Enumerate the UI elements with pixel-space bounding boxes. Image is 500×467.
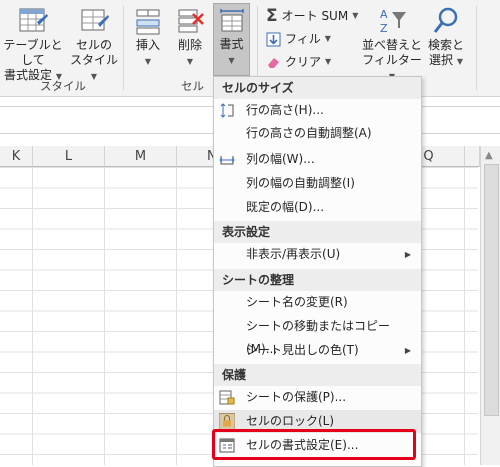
insert-label: 挿入 bbox=[135, 38, 160, 52]
cell-styles-label-1: セルの bbox=[75, 38, 112, 52]
fill-button[interactable]: フィル ▼ bbox=[266, 31, 331, 47]
delete-label: 削除 bbox=[177, 38, 202, 52]
protect-sheet-label: シートの保護(P)... bbox=[246, 390, 347, 404]
section-header-organize-sheets: シートの整理 bbox=[214, 269, 421, 291]
sort-filter-label-1: 並べ替えと bbox=[362, 38, 423, 52]
chevron-down-icon: ▼ bbox=[324, 34, 331, 43]
clear-button[interactable]: クリア ▼ bbox=[266, 54, 331, 70]
clear-label: クリア bbox=[285, 55, 322, 69]
vertical-scrollbar[interactable]: ▲ bbox=[480, 146, 500, 465]
format-as-table-button[interactable]: テーブルとして 書式設定 ▼ bbox=[0, 6, 66, 84]
styles-group-label: スタイル bbox=[40, 79, 86, 93]
fill-down-icon bbox=[266, 32, 281, 46]
rename-sheet-item[interactable]: シート名の変更(R) bbox=[214, 291, 421, 314]
column-header-m[interactable]: M bbox=[105, 146, 177, 167]
submenu-arrow-icon: ▶ bbox=[404, 250, 411, 259]
format-label: 書式 bbox=[219, 37, 244, 51]
svg-text:A: A bbox=[380, 8, 388, 21]
cells-group-label: セル bbox=[181, 79, 204, 93]
cell-styles-button[interactable]: セルの スタイル ▼ bbox=[68, 6, 120, 84]
autofit-column-width-item[interactable]: 列の幅の自動調整(I) bbox=[214, 172, 421, 195]
chevron-down-icon: ▼ bbox=[144, 57, 152, 66]
chevron-down-icon: ▼ bbox=[228, 56, 235, 65]
format-button[interactable]: 書式 ▼ bbox=[213, 3, 250, 76]
row-height-icon bbox=[220, 103, 234, 118]
default-width-item[interactable]: 既定の幅(D)... bbox=[214, 196, 421, 219]
column-header-r[interactable] bbox=[465, 146, 480, 167]
tab-color-label: シート見出しの色(T) bbox=[246, 343, 359, 357]
table-format-icon bbox=[19, 8, 48, 32]
sigma-icon: Σ bbox=[266, 6, 278, 26]
cell-styles-label-2: スタイル bbox=[69, 53, 118, 67]
sort-filter-button[interactable]: A Z 並べ替えと フィルター ▼ bbox=[362, 6, 422, 84]
hide-unhide-label: 非表示/再表示(U) bbox=[246, 247, 341, 261]
row-height-label: 行の高さ(H)... bbox=[246, 103, 324, 117]
format-dropdown-menu: セルのサイズ 行の高さ(H)... 行の高さの自動調整(A) 列の幅(W)...… bbox=[213, 76, 422, 467]
sort-filter-label-2: フィルター bbox=[362, 53, 422, 67]
cell-style-icon bbox=[81, 9, 109, 31]
section-header-cell-size: セルのサイズ bbox=[214, 77, 421, 99]
chevron-down-icon: ▼ bbox=[456, 57, 463, 66]
chevron-down-icon: ▼ bbox=[325, 57, 332, 66]
hide-unhide-item[interactable]: 非表示/再表示(U) ▶ bbox=[214, 243, 421, 266]
move-copy-sheet-item[interactable]: シートの移動またはコピー(M)... bbox=[214, 315, 421, 356]
section-header-protection: 保護 bbox=[214, 364, 421, 386]
find-select-button[interactable]: 検索と 選択 ▼ bbox=[424, 6, 468, 69]
submenu-arrow-icon: ▶ bbox=[404, 346, 411, 355]
section-header-visibility: 表示設定 bbox=[214, 221, 421, 243]
column-width-icon bbox=[219, 156, 235, 165]
delete-cells-icon bbox=[178, 9, 204, 33]
sort-filter-icon: A Z bbox=[380, 8, 406, 35]
scroll-up-icon[interactable]: ▲ bbox=[485, 150, 493, 161]
eraser-icon bbox=[268, 57, 279, 68]
row-height-item[interactable]: 行の高さ(H)... bbox=[214, 99, 421, 122]
protect-sheet-icon bbox=[219, 390, 235, 405]
column-width-item[interactable]: 列の幅(W)... bbox=[214, 148, 421, 171]
autosum-label: オート SUM bbox=[281, 9, 349, 23]
column-header-l[interactable]: L bbox=[33, 146, 105, 167]
find-select-label-2: 選択 bbox=[429, 53, 454, 67]
lock-icon bbox=[219, 413, 235, 429]
tab-color-item[interactable]: シート見出しの色(T) ▶ bbox=[214, 339, 421, 362]
insert-cells-icon bbox=[136, 9, 160, 35]
scrollbar-thumb[interactable] bbox=[484, 164, 499, 416]
autofit-row-height-item[interactable]: 行の高さの自動調整(A) bbox=[214, 122, 421, 145]
group-divider bbox=[123, 6, 124, 90]
find-select-label-1: 検索と bbox=[427, 38, 464, 52]
delete-button[interactable]: 削除 ▼ bbox=[170, 6, 210, 69]
chevron-down-icon: ▼ bbox=[186, 57, 194, 66]
rename-sheet-label: シート名の変更(R) bbox=[246, 295, 348, 309]
insert-button[interactable]: 挿入 ▼ bbox=[128, 6, 168, 69]
format-as-table-label-1: テーブルとして bbox=[3, 38, 63, 67]
fill-label: フィル bbox=[285, 32, 321, 46]
chevron-down-icon: ▼ bbox=[90, 72, 98, 81]
svg-text:Z: Z bbox=[380, 22, 388, 35]
group-divider bbox=[476, 6, 477, 90]
default-width-label: 既定の幅(D)... bbox=[246, 200, 325, 214]
highlight-box bbox=[212, 429, 416, 460]
column-width-label: 列の幅(W)... bbox=[246, 152, 315, 166]
format-cells-icon bbox=[219, 9, 244, 32]
search-icon bbox=[433, 7, 458, 33]
autosum-button[interactable]: Σ オート SUM ▼ bbox=[266, 6, 359, 26]
autofit-column-width-label: 列の幅の自動調整(I) bbox=[246, 176, 355, 190]
chevron-down-icon: ▼ bbox=[352, 11, 359, 20]
autofit-row-height-label: 行の高さの自動調整(A) bbox=[246, 126, 372, 140]
protect-sheet-item[interactable]: シートの保護(P)... bbox=[214, 386, 421, 409]
column-header-k[interactable]: K bbox=[0, 146, 33, 167]
